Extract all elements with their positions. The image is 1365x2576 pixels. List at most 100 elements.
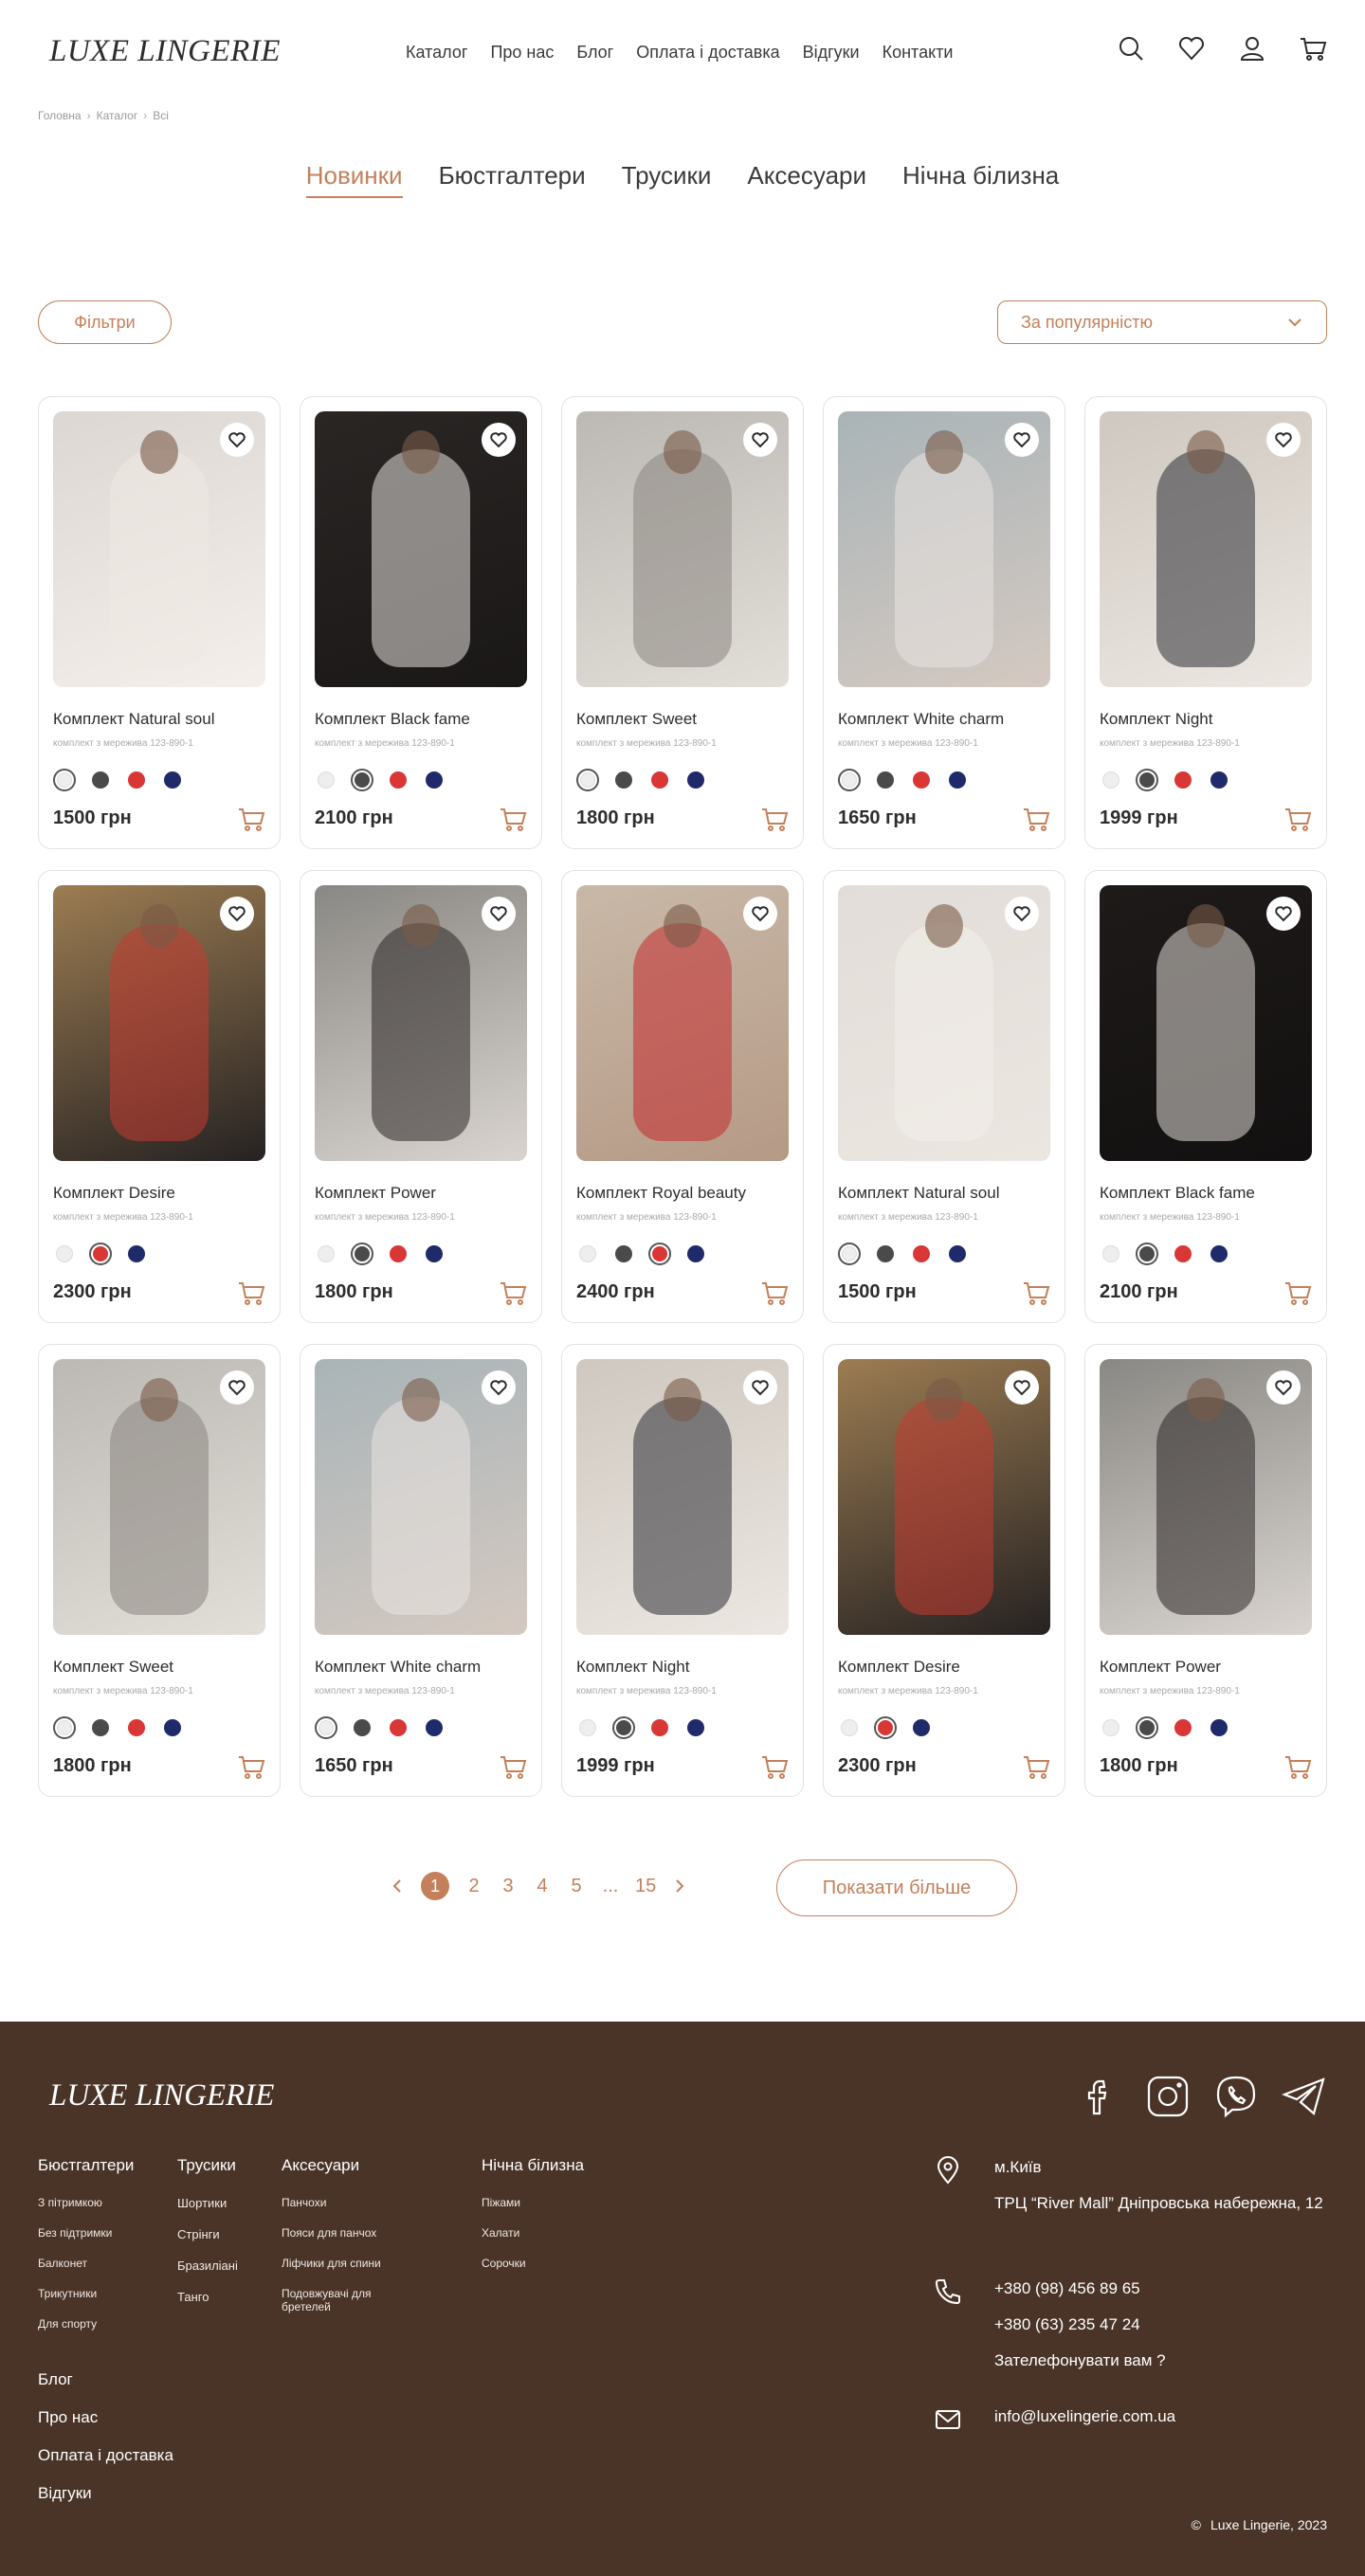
color-swatch[interactable] [612, 1243, 635, 1265]
breadcrumb-home[interactable]: Головна [38, 109, 82, 122]
product-name[interactable]: Комплект White charm [838, 710, 1004, 729]
favorite-button[interactable] [743, 423, 777, 457]
tab-new[interactable]: Новинки [305, 161, 403, 198]
contact-email-text[interactable]: info@luxelingerie.com.ua [994, 2405, 1336, 2428]
add-to-cart-button[interactable] [760, 805, 789, 833]
color-swatch[interactable] [387, 1243, 410, 1265]
add-to-cart-button[interactable] [760, 1279, 789, 1307]
page-5[interactable]: 5 [567, 1876, 586, 1897]
color-swatch[interactable] [1100, 769, 1122, 791]
product-name[interactable]: Комплект Black fame [315, 710, 470, 729]
color-swatch[interactable] [1172, 1243, 1194, 1265]
color-swatch[interactable] [89, 1243, 112, 1265]
footer-link[interactable]: Панчохи [282, 2196, 414, 2209]
color-swatch[interactable] [684, 1243, 707, 1265]
search-icon[interactable] [1117, 34, 1145, 63]
color-swatch[interactable] [838, 1243, 861, 1265]
filters-button[interactable]: Фільтри [38, 300, 172, 344]
color-swatch[interactable] [684, 769, 707, 791]
color-swatch[interactable] [125, 1243, 148, 1265]
favorite-button[interactable] [482, 423, 516, 457]
product-card[interactable]: Комплект White charm комплект з мережива… [823, 396, 1065, 849]
footer-link[interactable]: Ліфчики для спини [282, 2257, 414, 2270]
add-to-cart-button[interactable] [499, 805, 527, 833]
color-swatch[interactable] [946, 769, 969, 791]
footer-link[interactable]: Шортики [177, 2196, 238, 2210]
product-name[interactable]: Комплект Natural soul [53, 710, 214, 729]
color-swatch[interactable] [1100, 1243, 1122, 1265]
callback-link[interactable]: Зателефонувати вам ? [994, 2349, 1336, 2372]
page-2[interactable]: 2 [464, 1876, 483, 1897]
color-swatch[interactable] [53, 1243, 76, 1265]
color-swatch[interactable] [1136, 1243, 1158, 1265]
color-swatch[interactable] [874, 1716, 897, 1739]
color-swatch[interactable] [648, 769, 671, 791]
product-card[interactable]: Комплект Black fame комплект з мережива … [300, 396, 542, 849]
tab-bras[interactable]: Бюстгалтери [439, 161, 586, 198]
product-photo[interactable] [576, 885, 789, 1161]
color-swatch[interactable] [315, 769, 337, 791]
product-card[interactable]: Комплект Sweet комплект з мережива 123-8… [38, 1344, 281, 1797]
facebook-icon[interactable] [1077, 2074, 1122, 2119]
color-swatch[interactable] [89, 769, 112, 791]
product-name[interactable]: Комплект Black fame [1100, 1184, 1255, 1203]
product-name[interactable]: Комплект Power [315, 1184, 436, 1203]
add-to-cart-button[interactable] [1283, 1279, 1312, 1307]
favorite-button[interactable] [1005, 1370, 1039, 1405]
favorite-button[interactable] [1266, 1370, 1301, 1405]
heart-icon[interactable] [1177, 34, 1206, 63]
page-4[interactable]: 4 [533, 1876, 552, 1897]
color-swatch[interactable] [351, 1243, 373, 1265]
color-swatch[interactable] [387, 769, 410, 791]
nav-delivery[interactable]: Оплата і доставка [636, 43, 779, 63]
product-card[interactable]: Комплект Power комплект з мережива 123-8… [300, 870, 542, 1323]
product-photo[interactable] [315, 885, 527, 1161]
color-swatch[interactable] [910, 1243, 933, 1265]
breadcrumb-catalog[interactable]: Каталог [97, 109, 138, 122]
add-to-cart-button[interactable] [1022, 1752, 1050, 1781]
product-photo[interactable] [53, 885, 265, 1161]
add-to-cart-button[interactable] [499, 1279, 527, 1307]
product-name[interactable]: Комплект Power [1100, 1658, 1221, 1677]
color-swatch[interactable] [423, 769, 446, 791]
footer-link[interactable]: Танго [177, 2290, 238, 2304]
user-icon[interactable] [1238, 34, 1266, 63]
product-name[interactable]: Комплект Night [576, 1658, 689, 1677]
favorite-button[interactable] [1266, 897, 1301, 931]
page-15[interactable]: 15 [635, 1876, 656, 1897]
product-card[interactable]: Комплект Sweet комплект з мережива 123-8… [561, 396, 804, 849]
product-card[interactable]: Комплект Natural soul комплект з мережив… [38, 396, 281, 849]
nav-reviews[interactable]: Відгуки [803, 43, 860, 63]
favorite-button[interactable] [482, 897, 516, 931]
product-card[interactable]: Комплект Royal beauty комплект з мережив… [561, 870, 804, 1323]
product-photo[interactable] [576, 411, 789, 687]
tab-accessories[interactable]: Аксесуари [747, 161, 866, 198]
color-swatch[interactable] [125, 1716, 148, 1739]
product-name[interactable]: Комплект Night [1100, 710, 1212, 729]
color-swatch[interactable] [910, 769, 933, 791]
footer-link[interactable]: Халати [482, 2226, 584, 2240]
color-swatch[interactable] [351, 769, 373, 791]
color-swatch[interactable] [53, 769, 76, 791]
chevron-right-icon[interactable] [671, 1878, 688, 1895]
cart-icon[interactable] [1299, 34, 1327, 63]
add-to-cart-button[interactable] [1022, 1279, 1050, 1307]
product-card[interactable]: Комплект Power комплект з мережива 123-8… [1084, 1344, 1327, 1797]
footer-col-title[interactable]: Трусики [177, 2156, 238, 2175]
color-swatch[interactable] [1136, 1716, 1158, 1739]
favorite-button[interactable] [220, 1370, 254, 1405]
product-name[interactable]: Комплект Natural soul [838, 1184, 999, 1203]
color-swatch[interactable] [125, 769, 148, 791]
footer-col-title[interactable]: Аксесуари [282, 2156, 414, 2175]
color-swatch[interactable] [576, 769, 599, 791]
footer-link[interactable]: Сорочки [482, 2257, 584, 2270]
product-card[interactable]: Комплект Desire комплект з мережива 123-… [38, 870, 281, 1323]
product-name[interactable]: Комплект Sweet [53, 1658, 173, 1677]
product-name[interactable]: Комплект Sweet [576, 710, 697, 729]
product-photo[interactable] [53, 411, 265, 687]
color-swatch[interactable] [612, 1716, 635, 1739]
footer-link[interactable]: Пояси для панчох [282, 2226, 414, 2240]
product-photo[interactable] [1100, 411, 1312, 687]
color-swatch[interactable] [1208, 1243, 1230, 1265]
color-swatch[interactable] [946, 1243, 969, 1265]
